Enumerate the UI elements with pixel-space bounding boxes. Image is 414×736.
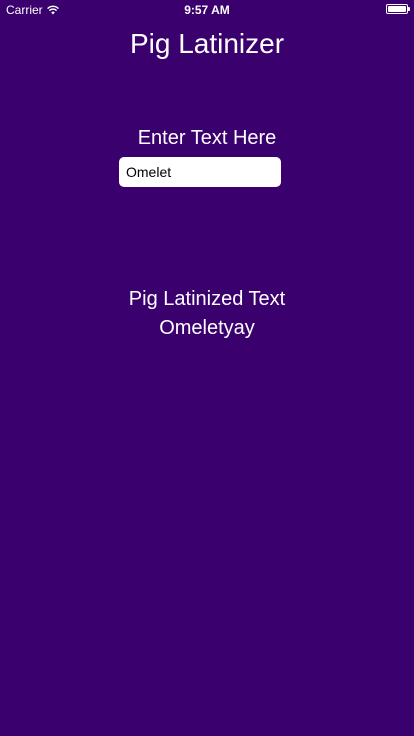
input-label: Enter Text Here: [137, 127, 277, 149]
page-title: Pig Latinizer: [129, 28, 285, 59]
battery-fill: [388, 6, 406, 12]
battery-icon: [386, 4, 410, 14]
status-time: 9:57 AM: [184, 3, 230, 17]
result-label: Pig Latinized Text: [128, 288, 286, 310]
text-input-container[interactable]: [119, 157, 281, 187]
text-input[interactable]: [126, 164, 274, 180]
status-bar: Carrier 9:57 AM: [0, 0, 414, 20]
result-value: Omeletyay: [159, 317, 255, 339]
